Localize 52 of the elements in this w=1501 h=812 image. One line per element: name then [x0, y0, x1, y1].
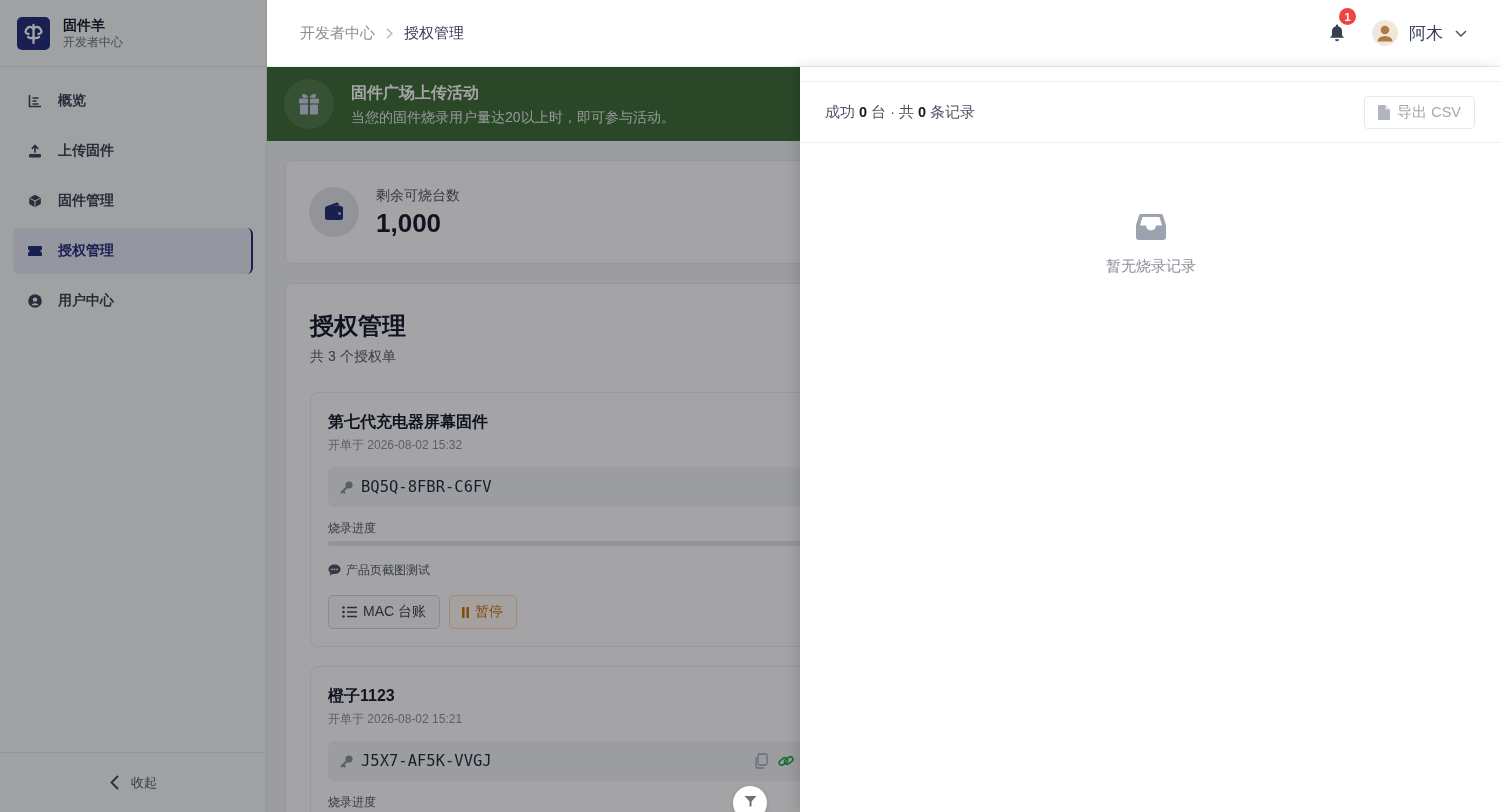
nav-item[interactable]: 用户中心	[13, 278, 253, 324]
license-name: 橙子1123	[328, 686, 395, 706]
nav-item[interactable]: 概览	[13, 78, 253, 124]
ledger-button[interactable]: MAC 台账	[328, 595, 440, 629]
pause-button[interactable]: 暂停	[449, 595, 517, 629]
key-icon	[340, 754, 353, 768]
license-name: 第七代充电器屏幕固件	[328, 412, 488, 432]
nav-item[interactable]: 固件管理	[13, 178, 253, 224]
bell-icon[interactable]	[1329, 24, 1345, 42]
funnel-icon	[743, 795, 757, 807]
breadcrumb-current: 授权管理	[404, 23, 464, 43]
banner-title: 固件广场上传活动	[351, 82, 480, 103]
progress-label: 烧录进度	[328, 520, 376, 537]
file-icon	[1378, 104, 1391, 120]
license-key: BQ5Q-8FBR-C6FV	[361, 478, 492, 496]
key-icon	[340, 480, 353, 494]
panel-title: 授权管理	[310, 311, 406, 341]
progress-label: 烧录进度	[328, 794, 376, 811]
stat-label: 剩余可烧台数	[376, 186, 460, 205]
logo-icon	[17, 16, 50, 50]
user-icon	[28, 294, 42, 308]
chevron-right-icon	[386, 27, 393, 39]
chat-bubble-icon	[328, 564, 341, 576]
brand-subtitle: 开发者中心	[63, 33, 123, 51]
nav-item[interactable]: 上传固件	[13, 128, 253, 174]
upload-icon	[28, 144, 42, 158]
license-note: 产品页截图测试	[346, 562, 430, 579]
pause-icon	[462, 606, 469, 618]
nav-item[interactable]: 授权管理	[13, 228, 253, 274]
list-icon	[342, 606, 357, 618]
link-icon[interactable]	[778, 753, 794, 769]
inbox-icon	[1134, 213, 1167, 241]
record-summary: 成功 0 台 · 共 0 条记录	[825, 102, 976, 122]
stat-value: 1,000	[376, 207, 443, 239]
ticket-icon	[28, 246, 42, 256]
user-menu-button[interactable]: 阿木	[1372, 20, 1467, 46]
chart-icon	[28, 94, 42, 108]
chevron-left-icon	[109, 775, 119, 790]
wallet-icon	[309, 187, 359, 237]
banner-text: 当您的固件烧录用户量达20以上时，即可参与活动。	[351, 107, 675, 127]
collapse-button[interactable]: 收起	[105, 771, 161, 794]
license-key: J5X7-AF5K-VVGJ	[361, 752, 492, 770]
breadcrumb-link[interactable]: 开发者中心	[300, 23, 375, 43]
notification-badge: 1	[1339, 8, 1356, 25]
empty-message: 暂无烧录记录	[1105, 257, 1196, 276]
cube-icon	[28, 194, 42, 208]
chevron-down-icon	[1455, 29, 1467, 37]
avatar-icon	[1372, 20, 1398, 46]
license-count: 共 3 个授权单	[310, 347, 396, 366]
brand-name: 固件羊	[63, 15, 106, 34]
license-date: 开单于 2026-08-02 15:32	[328, 437, 463, 454]
license-date: 开单于 2026-08-02 15:21	[328, 711, 463, 728]
